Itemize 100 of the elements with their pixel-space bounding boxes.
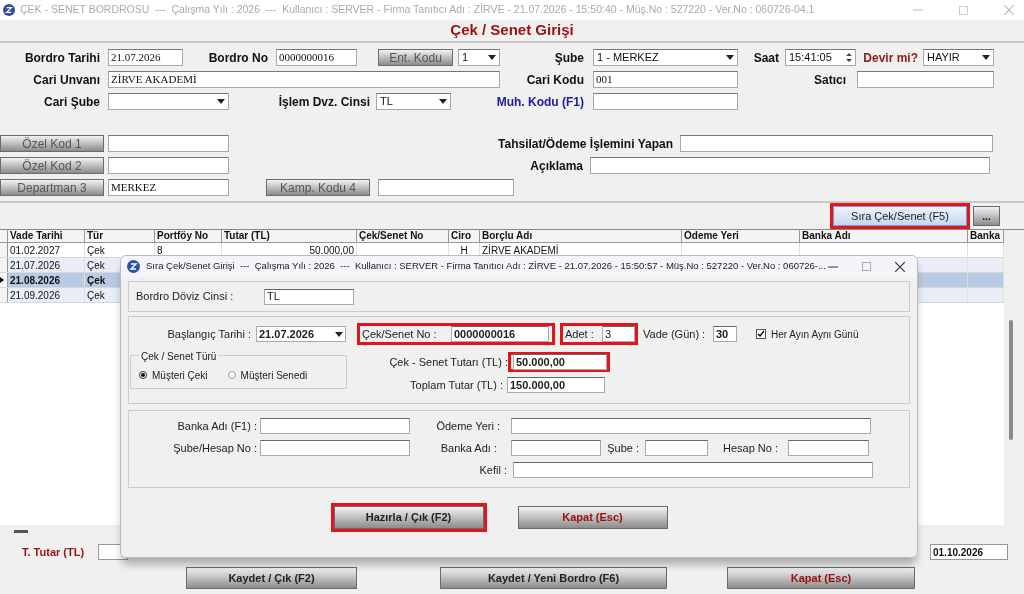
- column-header[interactable]: Portföy No: [155, 230, 222, 242]
- field-label: Şube :: [607, 440, 639, 456]
- caret-icon: [982, 55, 990, 60]
- radio-button[interactable]: [139, 371, 147, 379]
- input-field[interactable]: 0000000016: [451, 326, 549, 342]
- dropdown[interactable]: TL: [376, 93, 451, 110]
- minimize-icon[interactable]: [828, 265, 838, 268]
- input-field[interactable]: [378, 179, 514, 196]
- input-field[interactable]: 150.000,00: [507, 377, 605, 394]
- dialog-button[interactable]: Hazırla / Çık (F2): [333, 506, 484, 529]
- field-label: Bordro No: [207, 49, 268, 67]
- row-pointer-icon: [0, 277, 4, 283]
- input-field[interactable]: [108, 135, 229, 152]
- scrollbar-thumb[interactable]: [1009, 320, 1013, 440]
- input-field[interactable]: [513, 462, 873, 478]
- input-field[interactable]: 001: [593, 71, 738, 88]
- field-label: Devir mi?: [862, 49, 918, 67]
- dash-icon: [14, 529, 28, 533]
- input-field[interactable]: 21.07.2026: [108, 49, 183, 66]
- table-cell-text: Çek: [87, 273, 106, 288]
- field-label: Cari Şube: [43, 93, 100, 111]
- sequence-button[interactable]: Sıra Çek/Senet (F5): [833, 206, 967, 226]
- column-header[interactable]: Ciro: [449, 230, 480, 242]
- input-field[interactable]: [645, 440, 708, 456]
- dropdown[interactable]: 1: [458, 49, 500, 66]
- code-button[interactable]: Özel Kod 1: [0, 135, 104, 152]
- footer-button[interactable]: Kaydet / Yeni Bordro (F6): [440, 567, 667, 589]
- checkbox-label: Her Ayın Aynı Günü: [771, 327, 859, 342]
- footer-button[interactable]: Kapat (Esc): [727, 567, 915, 589]
- table-cell-text: ZİRVE AKADEMİ: [482, 243, 559, 258]
- column-header[interactable]: Ödeme Yeri: [682, 230, 800, 242]
- dropdown[interactable]: HAYIR: [923, 49, 994, 66]
- field-label: Bordro Döviz Cinsi :: [136, 289, 235, 305]
- close-icon[interactable]: [895, 261, 905, 272]
- input-field[interactable]: [593, 93, 738, 110]
- input-field[interactable]: [511, 418, 871, 434]
- field-label: Çek - Senet Tutarı (TL) :: [388, 354, 508, 370]
- input-field[interactable]: 0000000016: [276, 49, 357, 66]
- field-label: Cari Kodu: [525, 71, 584, 89]
- caret-icon: [726, 55, 734, 60]
- code-button[interactable]: Kamp. Kodu 4: [266, 179, 370, 196]
- column-header[interactable]: Tür: [85, 230, 155, 242]
- radio-button[interactable]: [227, 371, 236, 379]
- input-field[interactable]: [680, 135, 993, 152]
- field-label: Bordro Tarihi: [23, 49, 100, 67]
- table-cell-text: 50.000,00: [309, 243, 354, 258]
- field-label: Şube/Hesap No :: [172, 440, 257, 456]
- input-field[interactable]: 30: [713, 326, 737, 342]
- table-cell-text: H: [460, 243, 468, 258]
- code-button[interactable]: Departman 3: [0, 179, 104, 196]
- field-label: Açıklama: [529, 157, 583, 175]
- field-label: Banka Adı (F1) :: [176, 418, 257, 434]
- table-cell-text: Çek: [87, 288, 105, 303]
- column-header[interactable]: Vade Tarihi: [8, 230, 85, 242]
- group-legend: Çek / Senet Türü: [139, 349, 219, 364]
- column-header[interactable]: Borçlu Adı: [480, 230, 682, 242]
- table-cell-text: 21.07.2026: [10, 258, 61, 273]
- field-label: Çek/Senet No :: [362, 326, 438, 342]
- footer-button[interactable]: Kaydet / Çık (F2): [186, 567, 357, 589]
- window-title: ÇEK - SENET BORDROSU --- Çalışma Yılı : 2026 --- Kullanıcı : SERVER - Firma Tanıtıcı Adı : ZİRVE - 21.07.2026 - 15:50:40 - Müş.No : 527220 - Ver.No : 060726-04.1: [20, 2, 815, 18]
- app-logo-icon: [3, 4, 15, 16]
- table-cell-text: 21.08.2026: [10, 273, 61, 288]
- more-button[interactable]: ...: [973, 206, 1000, 226]
- field-label: Başlangıç Tarihi :: [166, 326, 251, 342]
- field-label: Saat: [752, 49, 779, 67]
- input-field[interactable]: [511, 440, 601, 456]
- field-label: Hesap No :: [721, 440, 778, 456]
- field-label: Banka Adı :: [439, 440, 497, 456]
- input-field[interactable]: TL: [264, 288, 354, 305]
- caret-icon: [335, 331, 343, 337]
- time-spinner[interactable]: 15:41:05: [785, 49, 856, 66]
- column-header[interactable]: Tutar (TL): [222, 230, 357, 242]
- table-cell-text: Çek: [87, 243, 105, 258]
- input-field[interactable]: 50.000,00: [513, 354, 607, 370]
- input-field[interactable]: [857, 71, 994, 88]
- date-dropdown[interactable]: 21.07.2026: [256, 326, 346, 342]
- checkbox[interactable]: [756, 329, 766, 339]
- code-button[interactable]: Ent. Kodu: [378, 49, 453, 66]
- field-label: Kefil :: [478, 462, 507, 478]
- input-field[interactable]: 3: [602, 326, 635, 342]
- input-field[interactable]: [260, 440, 410, 456]
- radio-label: Müşteri Çeki: [152, 368, 208, 383]
- code-button[interactable]: Özel Kod 2: [0, 157, 104, 174]
- input-field[interactable]: [590, 157, 990, 174]
- input-field[interactable]: MERKEZ: [108, 179, 229, 196]
- check-icon: [757, 330, 765, 338]
- input-field[interactable]: [788, 440, 869, 456]
- date-field[interactable]: 01.10.2026: [930, 544, 1008, 560]
- column-header[interactable]: Banka Adı: [800, 230, 968, 242]
- caret-icon: [439, 99, 447, 104]
- dropdown[interactable]: [108, 93, 229, 110]
- input-field[interactable]: [260, 418, 410, 434]
- column-header[interactable]: Çek/Senet No: [357, 230, 449, 242]
- input-field[interactable]: ZİRVE AKADEMİ: [108, 71, 500, 88]
- field-label: Cari Unvanı: [32, 71, 100, 89]
- input-field[interactable]: [108, 157, 229, 174]
- field-label: Tahsilat/Ödeme İşlemini Yapan: [497, 135, 673, 153]
- dropdown[interactable]: 1 - MERKEZ: [593, 49, 738, 66]
- dialog-button[interactable]: Kapat (Esc): [517, 506, 668, 529]
- row-selector[interactable]: [0, 273, 8, 287]
